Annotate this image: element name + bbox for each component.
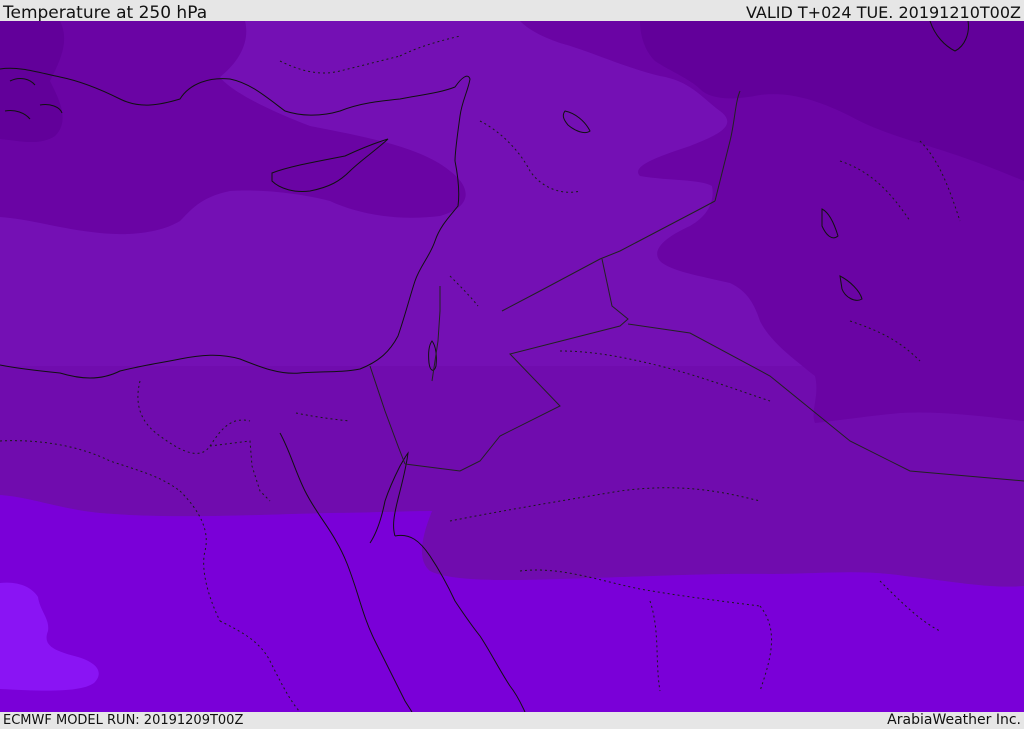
weather-map[interactable] [0, 21, 1024, 712]
header-bar: Temperature at 250 hPa VALID T+024 TUE. … [0, 0, 1024, 23]
temperature-map-canvas[interactable] [0, 21, 1024, 712]
valid-time-label: VALID T+024 TUE. 20191210T00Z [745, 3, 1021, 22]
map-title: Temperature at 250 hPa [3, 3, 208, 23]
model-run-label: ECMWF MODEL RUN: 20191209T00Z [3, 713, 244, 728]
credit-label: ArabiaWeather Inc. [887, 712, 1021, 728]
footer-bar: ECMWF MODEL RUN: 20191209T00Z ArabiaWeat… [0, 712, 1024, 729]
